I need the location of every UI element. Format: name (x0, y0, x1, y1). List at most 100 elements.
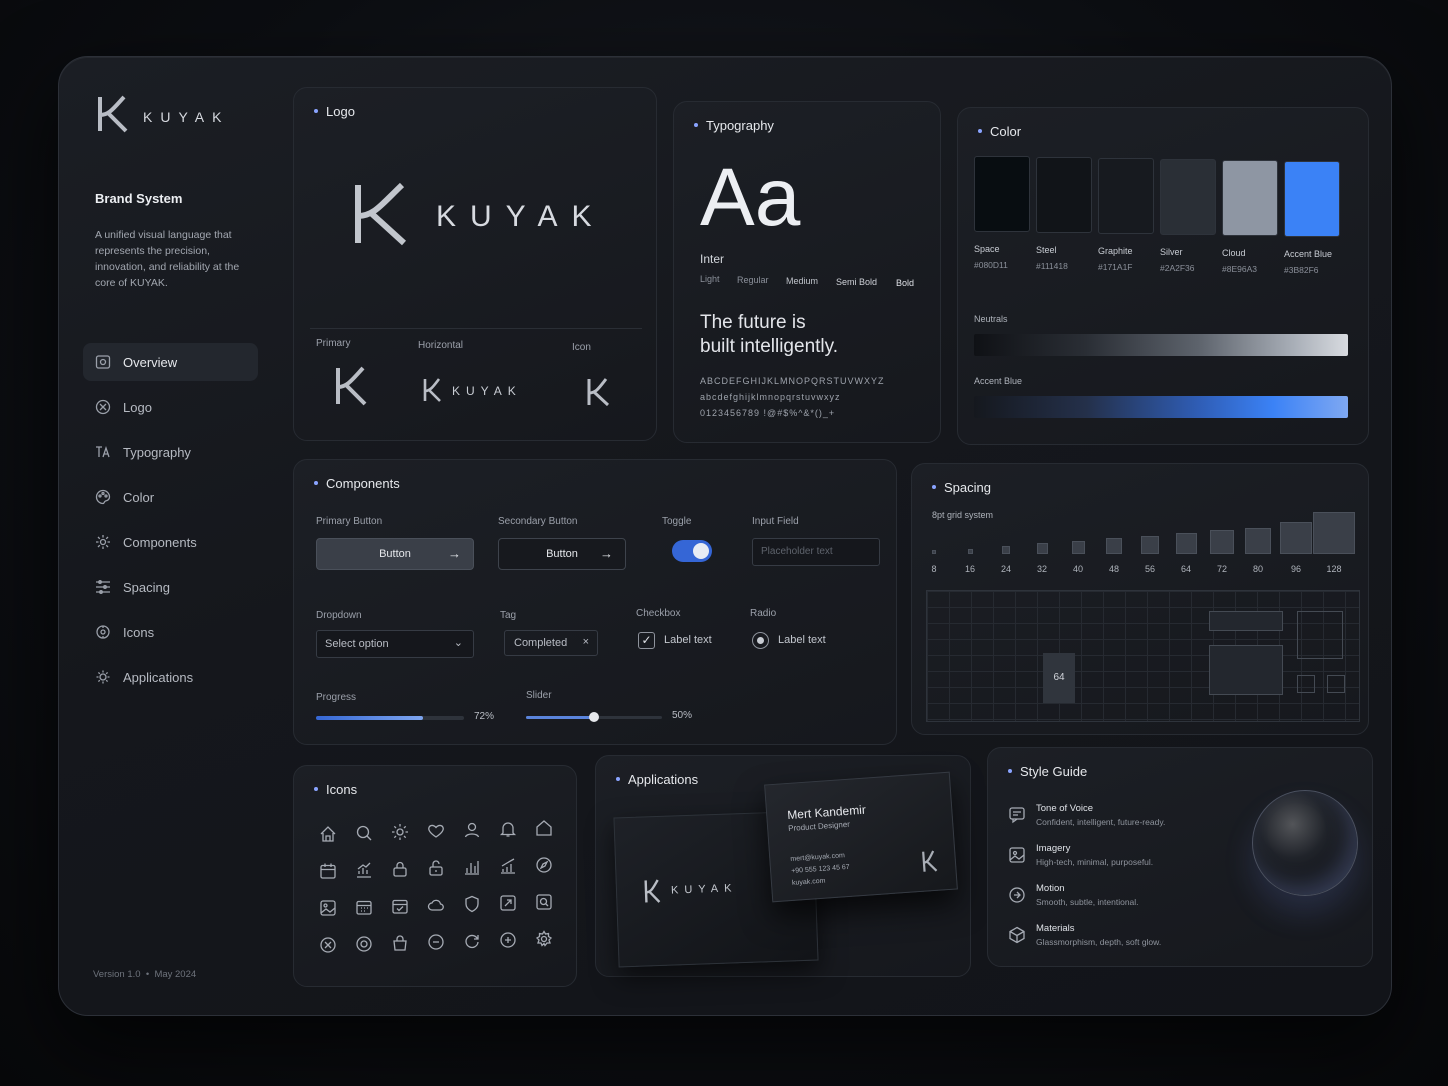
applications-card-title: Applications (616, 772, 698, 787)
spacing-step-label: 80 (1252, 564, 1263, 574)
home-icon (318, 824, 338, 844)
house-icon (534, 818, 554, 838)
sidebar-item-label: Components (123, 534, 197, 550)
tag-value: Completed (514, 637, 568, 649)
sidebar-item-label: Color (123, 489, 155, 505)
sidebar-item-logo[interactable]: Logo (83, 388, 258, 426)
grid-block-64: 64 (1043, 653, 1075, 703)
slider-thumb[interactable] (589, 712, 599, 722)
tag-label: Tag (500, 610, 517, 621)
spacing-step-label: 48 (1108, 564, 1119, 574)
tag-chip[interactable]: Completed × (504, 630, 598, 656)
sidebar-item-label: Icons (123, 624, 155, 640)
accent-ramp (974, 396, 1348, 418)
slider-fill (526, 716, 594, 719)
headline-line-2: built intelligently. (700, 336, 839, 357)
palette-icon (95, 489, 111, 505)
card-role: Product Designer (787, 819, 851, 834)
spacing-block (1106, 538, 1122, 554)
sidebar-item-color[interactable]: Color (83, 478, 258, 516)
icons-icon (96, 625, 110, 639)
sidebar-item-icons[interactable]: Icons (83, 613, 258, 651)
radio-button[interactable] (752, 632, 769, 649)
spacing-step-label: 128 (1326, 564, 1342, 574)
toggle-switch[interactable] (672, 540, 712, 562)
slider-value: 50% (672, 710, 693, 721)
spacing-block (1071, 541, 1085, 554)
kuyak-logo-icon (98, 95, 128, 133)
swatch-name: Accent Blue (1284, 249, 1333, 259)
swatch-hex: #2A2F36 (1160, 263, 1195, 273)
sidebar-item-applications[interactable]: Applications (83, 658, 258, 696)
spacing-step-label: 24 (1000, 564, 1011, 574)
sidebar-item-label: Logo (123, 399, 152, 415)
business-card-front: Mert Kandemir Product Designer mert@kuya… (764, 771, 958, 903)
brand-system-title: Brand System (95, 191, 183, 206)
spacing-step-label: 40 (1072, 564, 1083, 574)
sidebar-item-spacing[interactable]: Spacing (83, 568, 258, 606)
brand-wordmark: KUYAK (143, 109, 230, 125)
color-card: Color Space #080D11 Steel #111418 Graphite #1… (957, 107, 1369, 445)
sidebar-nav: Overview Logo Typography Color Component… (83, 343, 258, 703)
color-swatch[interactable] (1222, 160, 1278, 236)
grid-block-top (1209, 611, 1283, 631)
secondary-button[interactable]: Button → (498, 538, 626, 570)
zoom-icon (534, 892, 554, 912)
radio-dot (757, 637, 764, 644)
sg-item-title: Tone of Voice (1036, 803, 1094, 814)
dropdown[interactable]: Select option ⌄ (316, 630, 474, 658)
input-field-label: Input Field (752, 516, 799, 527)
spacing-step-label: 56 (1144, 564, 1155, 574)
applications-card: Applications KUYAK Mert Kandemir Product… (595, 755, 971, 977)
sidebar-item-typography[interactable]: Typography (83, 433, 258, 471)
glass-sphere (1252, 790, 1358, 896)
heart-icon (426, 821, 446, 841)
card-name: Mert Kandemir (786, 802, 867, 823)
swatch-name: Steel (1036, 245, 1057, 255)
logo-card-title: Logo (314, 104, 355, 119)
shield-icon (462, 894, 482, 914)
arrow-right-icon: → (600, 546, 613, 561)
cloud-icon (426, 895, 446, 915)
headline-line-1: The future is (700, 312, 806, 333)
logo-wordmark-large: KUYAK (436, 200, 606, 233)
color-swatch[interactable] (1284, 161, 1340, 237)
grid-block-small-1 (1297, 675, 1315, 693)
weight-semibold: Semi Bold (836, 277, 878, 287)
color-swatch[interactable] (974, 156, 1030, 232)
bag-icon (390, 933, 410, 953)
color-swatch[interactable] (1036, 157, 1092, 233)
sg-item-title: Materials (1036, 923, 1075, 934)
image-icon (1008, 846, 1026, 864)
slider-track[interactable] (526, 712, 662, 722)
spacing-card: Spacing 8pt grid system 8 16 24 32 40 48 56 64 7… (911, 463, 1369, 735)
components-icon (96, 535, 110, 549)
neutrals-ramp (974, 334, 1348, 356)
primary-button[interactable]: Button → (316, 538, 474, 570)
color-swatch[interactable] (1098, 158, 1154, 234)
refresh-icon (462, 931, 482, 951)
sidebar-item-overview[interactable]: Overview (83, 343, 258, 381)
search-icon (354, 823, 374, 843)
input-field[interactable]: Placeholder text (752, 538, 880, 566)
version-date: May 2024 (154, 969, 197, 980)
version-info: Version 1.0 • May 2024 (93, 969, 197, 980)
card-email: mert@kuyak.com (790, 852, 846, 863)
font-name: Inter (700, 252, 725, 266)
spacing-block (1210, 530, 1234, 554)
checkbox[interactable]: ✓ (638, 632, 655, 649)
typography-card: Typography Aa Inter Light Regular Medium… (673, 101, 941, 443)
weight-bold: Bold (896, 278, 915, 288)
sg-item-desc: High-tech, minimal, purposeful. (1036, 857, 1154, 867)
logo-k-large-icon (355, 182, 407, 246)
grid-block-right (1297, 611, 1343, 659)
sidebar-item-components[interactable]: Components (83, 523, 258, 561)
style-guide-card: Style Guide Tone of Voice Confident, int… (987, 747, 1373, 967)
close-icon[interactable]: × (583, 636, 589, 648)
swatch-name: Graphite (1098, 246, 1133, 256)
spacing-step-label: 32 (1036, 564, 1047, 574)
bell-icon (498, 819, 518, 839)
color-swatch[interactable] (1160, 159, 1216, 235)
arrow-right-icon: → (448, 546, 461, 561)
logo-primary-icon (336, 366, 367, 406)
